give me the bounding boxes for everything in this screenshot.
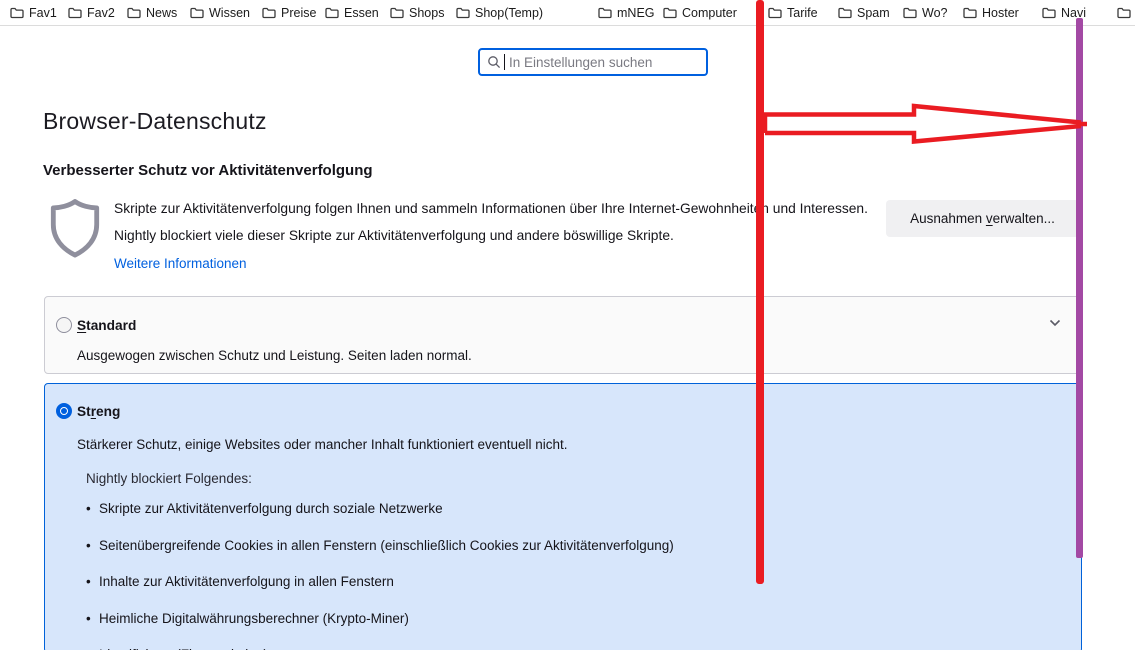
folder-icon xyxy=(903,7,917,19)
folder-icon xyxy=(190,7,204,19)
folder-icon xyxy=(768,7,782,19)
bookmark-label: Hoster xyxy=(982,6,1019,20)
folder-icon xyxy=(1117,7,1131,19)
bookmark-folder-navi[interactable]: Navi xyxy=(1042,4,1086,22)
bookmark-folder-computer[interactable]: Computer xyxy=(663,4,737,22)
folder-icon xyxy=(68,7,82,19)
bookmark-label: Computer xyxy=(682,6,737,20)
bookmark-label: Essen xyxy=(344,6,379,20)
blocked-items-list: Skripte zur Aktivitätenverfolgung durch … xyxy=(86,501,674,650)
folder-icon xyxy=(456,7,470,19)
bookmark-label: Fav1 xyxy=(29,6,57,20)
bookmark-folder-tarife[interactable]: Tarife xyxy=(768,4,818,22)
bookmarks-toolbar: Fav1 Fav2 News Wissen Preise Essen Shops… xyxy=(0,0,1135,26)
option-card-strict[interactable]: Streng Stärkerer Schutz, einige Websites… xyxy=(44,383,1082,650)
bookmark-label: Wo? xyxy=(922,6,948,20)
etp-section-heading: Verbesserter Schutz vor Aktivitätenverfo… xyxy=(43,162,373,179)
bookmark-label: Fav2 xyxy=(87,6,115,20)
bookmark-label: Shops xyxy=(409,6,445,20)
folder-icon xyxy=(1042,7,1056,19)
bookmark-label: Navi xyxy=(1061,6,1087,20)
bookmark-folder-preise[interactable]: Preise xyxy=(262,4,316,22)
radio-standard[interactable] xyxy=(56,317,72,333)
chevron-down-icon[interactable] xyxy=(1049,319,1061,327)
etp-description: Skripte zur Aktivitätenverfolgung folgen… xyxy=(114,201,868,243)
folder-icon xyxy=(127,7,141,19)
bookmark-folder-spam[interactable]: Spam xyxy=(838,4,890,22)
manage-exceptions-button[interactable]: Ausnahmen verwalten... xyxy=(886,200,1079,237)
bookmark-folder-shops[interactable]: Shops xyxy=(390,4,444,22)
blocked-item: Inhalte zur Aktivitätenverfolgung in all… xyxy=(86,574,674,590)
folder-icon xyxy=(262,7,276,19)
bookmark-folder-fav2[interactable]: Fav2 xyxy=(68,4,115,22)
bookmark-label: Preise xyxy=(281,6,317,20)
bookmark-folder-wo[interactable]: Wo? xyxy=(903,4,947,22)
shield-icon xyxy=(50,199,100,258)
option-card-standard[interactable]: Standard Ausgewogen zwischen Schutz und … xyxy=(44,296,1082,374)
bookmark-folder-shop-temp[interactable]: Shop(Temp) xyxy=(456,4,543,22)
bookmark-label: Shop(Temp) xyxy=(475,6,544,20)
folder-icon xyxy=(663,7,677,19)
folder-icon xyxy=(838,7,852,19)
blocked-item: Skripte zur Aktivitätenverfolgung durch … xyxy=(86,501,674,517)
bookmark-folder-wissen[interactable]: Wissen xyxy=(190,4,250,22)
search-icon xyxy=(488,56,501,69)
option-description-strict: Stärkerer Schutz, einige Websites oder m… xyxy=(77,437,568,452)
annotation-red-arrow-bottom xyxy=(765,123,1082,144)
blocked-item: Heimliche Digitalwährungsberechner (Kryp… xyxy=(86,611,674,627)
option-label-strict: Streng xyxy=(77,404,121,419)
option-description-standard: Ausgewogen zwischen Schutz und Leistung.… xyxy=(77,348,472,363)
bookmark-label: Tarife xyxy=(787,6,818,20)
settings-page: Fav1 Fav2 News Wissen Preise Essen Shops… xyxy=(0,0,1135,650)
bookmark-label: mNEG xyxy=(617,6,655,20)
blocked-item: Seitenübergreifende Cookies in allen Fen… xyxy=(86,538,674,554)
blocks-heading: Nightly blockiert Folgendes: xyxy=(86,471,252,486)
radio-strict[interactable] xyxy=(56,403,72,419)
folder-icon xyxy=(598,7,612,19)
search-input[interactable] xyxy=(505,54,700,70)
bookmark-label: Wissen xyxy=(209,6,250,20)
bookmark-folder-essen[interactable]: Essen xyxy=(325,4,379,22)
bookmark-folder-mneg[interactable]: mNEG xyxy=(598,4,655,22)
bookmark-label: News xyxy=(146,6,178,20)
annotation-red-arrow-top xyxy=(762,103,1082,133)
learn-more-link[interactable]: Weitere Informationen xyxy=(114,256,247,271)
settings-search-box[interactable] xyxy=(478,48,708,76)
folder-icon xyxy=(963,7,977,19)
bookmark-label: Spam xyxy=(857,6,890,20)
folder-icon xyxy=(325,7,339,19)
folder-icon xyxy=(390,7,404,19)
folder-icon xyxy=(10,7,24,19)
bookmark-folder-news[interactable]: News xyxy=(127,4,177,22)
option-label-standard: Standard xyxy=(77,318,137,333)
bookmark-folder-partial[interactable]: A xyxy=(1117,4,1135,22)
bookmark-folder-hoster[interactable]: Hoster xyxy=(963,4,1019,22)
bookmark-folder-fav1[interactable]: Fav1 xyxy=(10,4,57,22)
page-title: Browser-Datenschutz xyxy=(43,108,267,134)
